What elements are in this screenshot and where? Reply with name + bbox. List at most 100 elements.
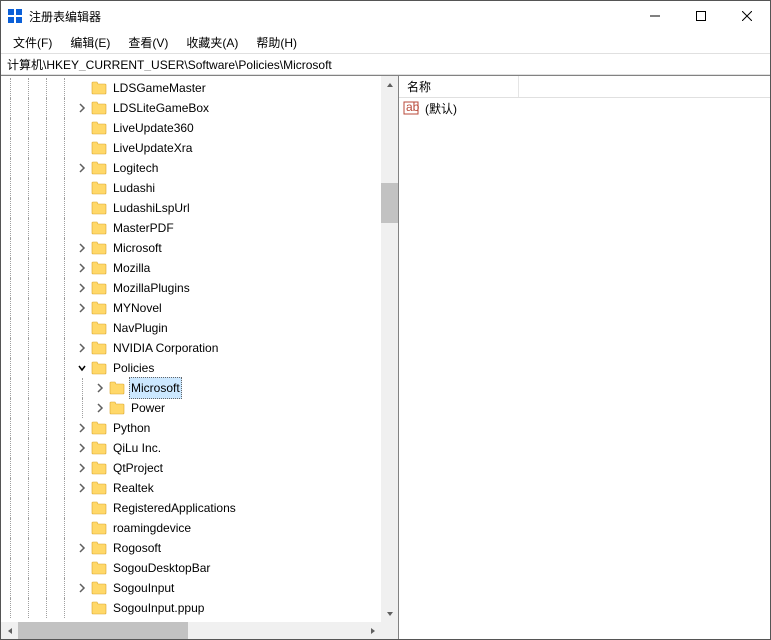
menu-favorites[interactable]: 收藏夹(A) [178,32,246,53]
scroll-track[interactable] [381,93,398,605]
folder-icon [91,201,107,215]
maximize-button[interactable] [678,1,724,31]
tree-node[interactable]: LiveUpdate360 [1,118,381,138]
window-title: 注册表编辑器 [29,8,632,25]
chevron-right-icon[interactable] [75,461,89,475]
menu-help[interactable]: 帮助(H) [248,32,305,53]
tree-node[interactable]: RegisteredApplications [1,498,381,518]
tree-node[interactable]: Ludashi [1,178,381,198]
tree-node-label: MasterPDF [111,218,176,238]
scroll-down-button[interactable] [381,605,398,622]
folder-icon [91,421,107,435]
tree-node[interactable]: QtProject [1,458,381,478]
chevron-down-icon[interactable] [75,361,89,375]
tree-node-label: MozillaPlugins [111,278,192,298]
scroll-right-button[interactable] [364,622,381,639]
key-tree-pane: LDSGameMasterLDSLiteGameBoxLiveUpdate360… [1,76,399,639]
folder-icon [91,141,107,155]
tree-node[interactable]: Python [1,418,381,438]
chevron-right-icon[interactable] [75,481,89,495]
tree-node[interactable]: SogouInput [1,578,381,598]
tree-node[interactable]: LudashiLspUrl [1,198,381,218]
chevron-right-icon[interactable] [75,281,89,295]
chevron-right-icon[interactable] [75,421,89,435]
tree-node[interactable]: Rogosoft [1,538,381,558]
folder-icon [91,441,107,455]
tree-node[interactable]: SogouInput.ppup [1,598,381,618]
registry-tree[interactable]: LDSGameMasterLDSLiteGameBoxLiveUpdate360… [1,76,381,635]
values-pane: 名称 ab (默认) [399,76,770,639]
scroll-corner [381,622,398,639]
tree-node-label: RegisteredApplications [111,498,238,518]
folder-icon [109,381,125,395]
tree-node-label: LiveUpdateXra [111,138,194,158]
tree-node[interactable]: QiLu Inc. [1,438,381,458]
folder-icon [91,221,107,235]
tree-node-label: Microsoft [129,377,182,399]
chevron-right-icon[interactable] [75,161,89,175]
scroll-left-button[interactable] [1,622,18,639]
folder-icon [91,341,107,355]
tree-node[interactable]: roamingdevice [1,518,381,538]
tree-horizontal-scrollbar[interactable] [1,622,381,639]
tree-node[interactable]: Realtek [1,478,381,498]
tree-vertical-scrollbar[interactable] [381,76,398,622]
tree-node-label: Logitech [111,158,160,178]
value-name: (默认) [425,100,457,117]
tree-node[interactable]: Mozilla [1,258,381,278]
reg-string-icon: ab [403,100,419,116]
folder-icon [91,481,107,495]
minimize-button[interactable] [632,1,678,31]
address-bar [1,53,770,75]
tree-node[interactable]: LiveUpdateXra [1,138,381,158]
tree-node[interactable]: Policies [1,358,381,378]
tree-node[interactable]: Power [1,398,381,418]
tree-node[interactable]: LDSGameMaster [1,78,381,98]
tree-node[interactable]: MasterPDF [1,218,381,238]
folder-icon [91,561,107,575]
chevron-right-icon[interactable] [75,241,89,255]
tree-node[interactable]: NVIDIA Corporation [1,338,381,358]
scroll-track[interactable] [18,622,364,639]
values-header: 名称 [399,76,770,98]
scroll-thumb[interactable] [18,622,188,639]
tree-node[interactable]: Microsoft [1,238,381,258]
menu-file[interactable]: 文件(F) [5,32,60,53]
value-row-default[interactable]: ab (默认) [399,98,770,118]
tree-node-label: NVIDIA Corporation [111,338,220,358]
tree-node[interactable]: MYNovel [1,298,381,318]
tree-node[interactable]: SogouDesktopBar [1,558,381,578]
folder-icon [91,181,107,195]
chevron-right-icon[interactable] [75,441,89,455]
chevron-right-icon[interactable] [75,581,89,595]
chevron-right-icon[interactable] [75,541,89,555]
folder-icon [91,261,107,275]
scroll-up-button[interactable] [381,76,398,93]
chevron-right-icon[interactable] [75,341,89,355]
chevron-right-icon[interactable] [93,401,107,415]
column-name[interactable]: 名称 [399,76,519,97]
folder-icon [91,601,107,615]
titlebar[interactable]: 注册表编辑器 [1,1,770,31]
chevron-right-icon[interactable] [93,381,107,395]
menu-view[interactable]: 查看(V) [120,32,176,53]
tree-node[interactable]: MozillaPlugins [1,278,381,298]
chevron-right-icon[interactable] [75,301,89,315]
tree-node[interactable]: LDSLiteGameBox [1,98,381,118]
tree-node-label: SogouDesktopBar [111,558,212,578]
tree-node[interactable]: Microsoft [1,378,381,398]
folder-icon [91,101,107,115]
menu-edit[interactable]: 编辑(E) [62,32,118,53]
chevron-right-icon[interactable] [75,101,89,115]
close-button[interactable] [724,1,770,31]
folder-icon [91,161,107,175]
tree-node[interactable]: Logitech [1,158,381,178]
scroll-thumb[interactable] [381,183,398,223]
tree-node-label: Policies [111,358,156,378]
window-controls [632,1,770,31]
folder-icon [91,361,107,375]
chevron-right-icon[interactable] [75,261,89,275]
tree-node[interactable]: NavPlugin [1,318,381,338]
tree-node-label: Rogosoft [111,538,163,558]
address-input[interactable] [7,57,764,71]
